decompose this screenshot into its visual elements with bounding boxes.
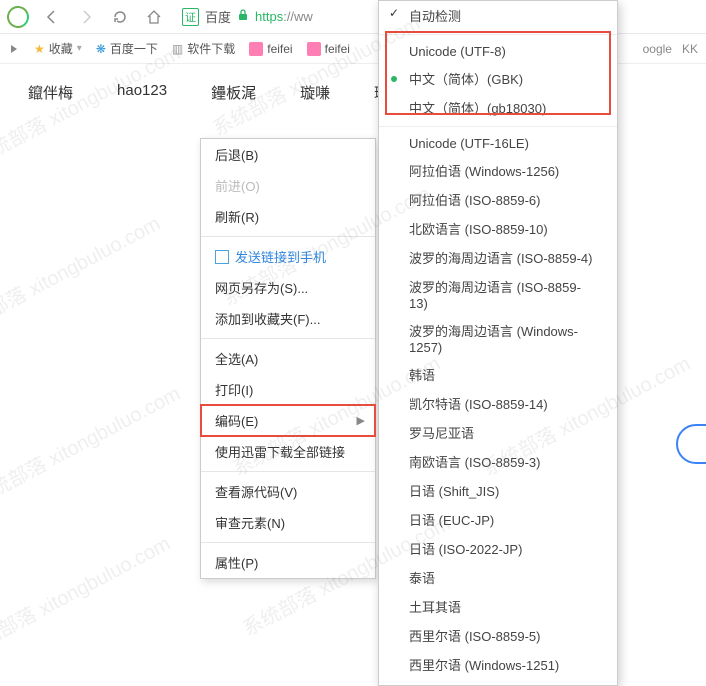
menu-send-link[interactable]: 发送链接到手机	[201, 241, 375, 272]
menu-properties[interactable]: 属性(P)	[201, 547, 375, 578]
bookmark-download[interactable]: ▥ 软件下载	[172, 40, 235, 57]
folder-icon: ▥	[172, 42, 183, 56]
bookmark-right-2[interactable]: KK	[682, 42, 698, 56]
encoding-submenu: 自动检测 Unicode (UTF-8) 中文（简体）(GBK) 中文（简体）(…	[378, 0, 618, 686]
url-scheme: https	[255, 9, 283, 24]
bookmark-label: 软件下载	[187, 40, 235, 57]
bookmark-baidu[interactable]: ❋ 百度一下	[96, 40, 158, 57]
menu-view-source[interactable]: 查看源代码(V)	[201, 476, 375, 507]
menu-separator	[201, 236, 375, 237]
encoding-item[interactable]: 罗马尼亚语	[379, 418, 617, 447]
cert-badge: 证	[182, 8, 199, 26]
chevron-down-icon: ▾	[77, 43, 82, 54]
phone-icon	[215, 250, 229, 264]
encoding-item[interactable]: 土耳其语	[379, 592, 617, 621]
menu-print[interactable]: 打印(I)	[201, 374, 375, 405]
menu-save-as[interactable]: 网页另存为(S)...	[201, 272, 375, 303]
encoding-item[interactable]: 西里尔语 (Windows-1251)	[379, 650, 617, 679]
bookmark-feifei-1[interactable]: feifei	[249, 42, 292, 56]
encoding-item[interactable]: 波罗的海周边语言 (ISO-8859-4)	[379, 243, 617, 272]
encoding-item[interactable]: Unicode (UTF-16LE)	[379, 131, 617, 156]
menu-separator	[379, 126, 617, 127]
menu-forward: 前进(O)	[201, 170, 375, 201]
encoding-item[interactable]: 中文（简体）(gb18030)	[379, 93, 617, 122]
context-menu: 后退(B) 前进(O) 刷新(R) 发送链接到手机 网页另存为(S)... 添加…	[200, 138, 376, 579]
encoding-item[interactable]: 阿拉伯语 (ISO-8859-6)	[379, 185, 617, 214]
refresh-icon[interactable]	[108, 5, 132, 29]
menu-label: 发送链接到手机	[235, 247, 326, 266]
menu-inspect[interactable]: 审查元素(N)	[201, 507, 375, 538]
menu-separator	[201, 542, 375, 543]
encoding-item[interactable]: 日语 (Shift_JIS)	[379, 476, 617, 505]
encoding-item[interactable]: 波罗的海周边语言 (ISO-8859-13)	[379, 272, 617, 316]
bookmark-label: feifei	[325, 42, 350, 56]
encoding-item[interactable]: 泰语	[379, 563, 617, 592]
menu-separator	[201, 338, 375, 339]
encoding-item[interactable]: 西里尔语 (ISO-8859-5)	[379, 621, 617, 650]
forward-icon[interactable]	[74, 5, 98, 29]
encoding-item[interactable]: 北欧语言 (ISO-8859-10)	[379, 214, 617, 243]
cert-site: 百度	[205, 7, 231, 26]
nav-tab[interactable]: 鑸板浘	[211, 82, 256, 103]
browser-logo-icon	[6, 5, 30, 29]
bookmark-label: feifei	[267, 42, 292, 56]
favorites-button[interactable]: ★ 收藏 ▾	[34, 40, 82, 57]
url-rest: ://ww	[283, 9, 313, 24]
menu-select-all[interactable]: 全选(A)	[201, 343, 375, 374]
encoding-item[interactable]: 日语 (ISO-2022-JP)	[379, 534, 617, 563]
paw-icon: ❋	[96, 42, 106, 56]
bookmark-label: 百度一下	[110, 40, 158, 57]
home-icon[interactable]	[142, 5, 166, 29]
encoding-item[interactable]: 波罗的海周边语言 (Windows-1257)	[379, 316, 617, 360]
bookmark-feifei-2[interactable]: feifei	[307, 42, 350, 56]
menu-back[interactable]: 后退(B)	[201, 139, 375, 170]
encoding-auto-detect[interactable]: 自动检测	[379, 1, 617, 30]
encoding-item-selected[interactable]: 中文（简体）(GBK)	[379, 64, 617, 93]
menu-separator	[379, 34, 617, 35]
star-icon: ★	[34, 42, 45, 56]
nav-tab[interactable]: 璇嗛	[300, 82, 330, 103]
encoding-item[interactable]: 阿拉伯语 (Windows-1256)	[379, 156, 617, 185]
encoding-item[interactable]: 南欧语言 (ISO-8859-3)	[379, 447, 617, 476]
expand-icon[interactable]	[8, 43, 20, 55]
menu-thunder-download[interactable]: 使用迅雷下载全部链接	[201, 436, 375, 467]
submenu-arrow-icon: ▶	[357, 414, 365, 427]
favorites-label: 收藏	[49, 40, 73, 57]
menu-label: 编码(E)	[215, 411, 258, 430]
menu-separator	[201, 471, 375, 472]
bookmark-right-1[interactable]: oogle	[643, 42, 672, 56]
back-icon[interactable]	[40, 5, 64, 29]
menu-refresh[interactable]: 刷新(R)	[201, 201, 375, 232]
nav-tab[interactable]: 鑹伴梅	[28, 82, 73, 103]
address-bar[interactable]: 证 百度 https://ww	[182, 7, 313, 26]
lock-icon	[237, 9, 249, 24]
site-icon	[307, 42, 321, 56]
nav-tab[interactable]: hao123	[117, 82, 167, 103]
site-icon	[249, 42, 263, 56]
search-button[interactable]	[676, 424, 706, 464]
encoding-item[interactable]: 凯尔特语 (ISO-8859-14)	[379, 389, 617, 418]
menu-encoding[interactable]: 编码(E) ▶	[201, 405, 375, 436]
encoding-item[interactable]: 日语 (EUC-JP)	[379, 505, 617, 534]
encoding-item[interactable]: 韩语	[379, 360, 617, 389]
encoding-item[interactable]: Unicode (UTF-8)	[379, 39, 617, 64]
menu-add-favorite[interactable]: 添加到收藏夹(F)...	[201, 303, 375, 334]
